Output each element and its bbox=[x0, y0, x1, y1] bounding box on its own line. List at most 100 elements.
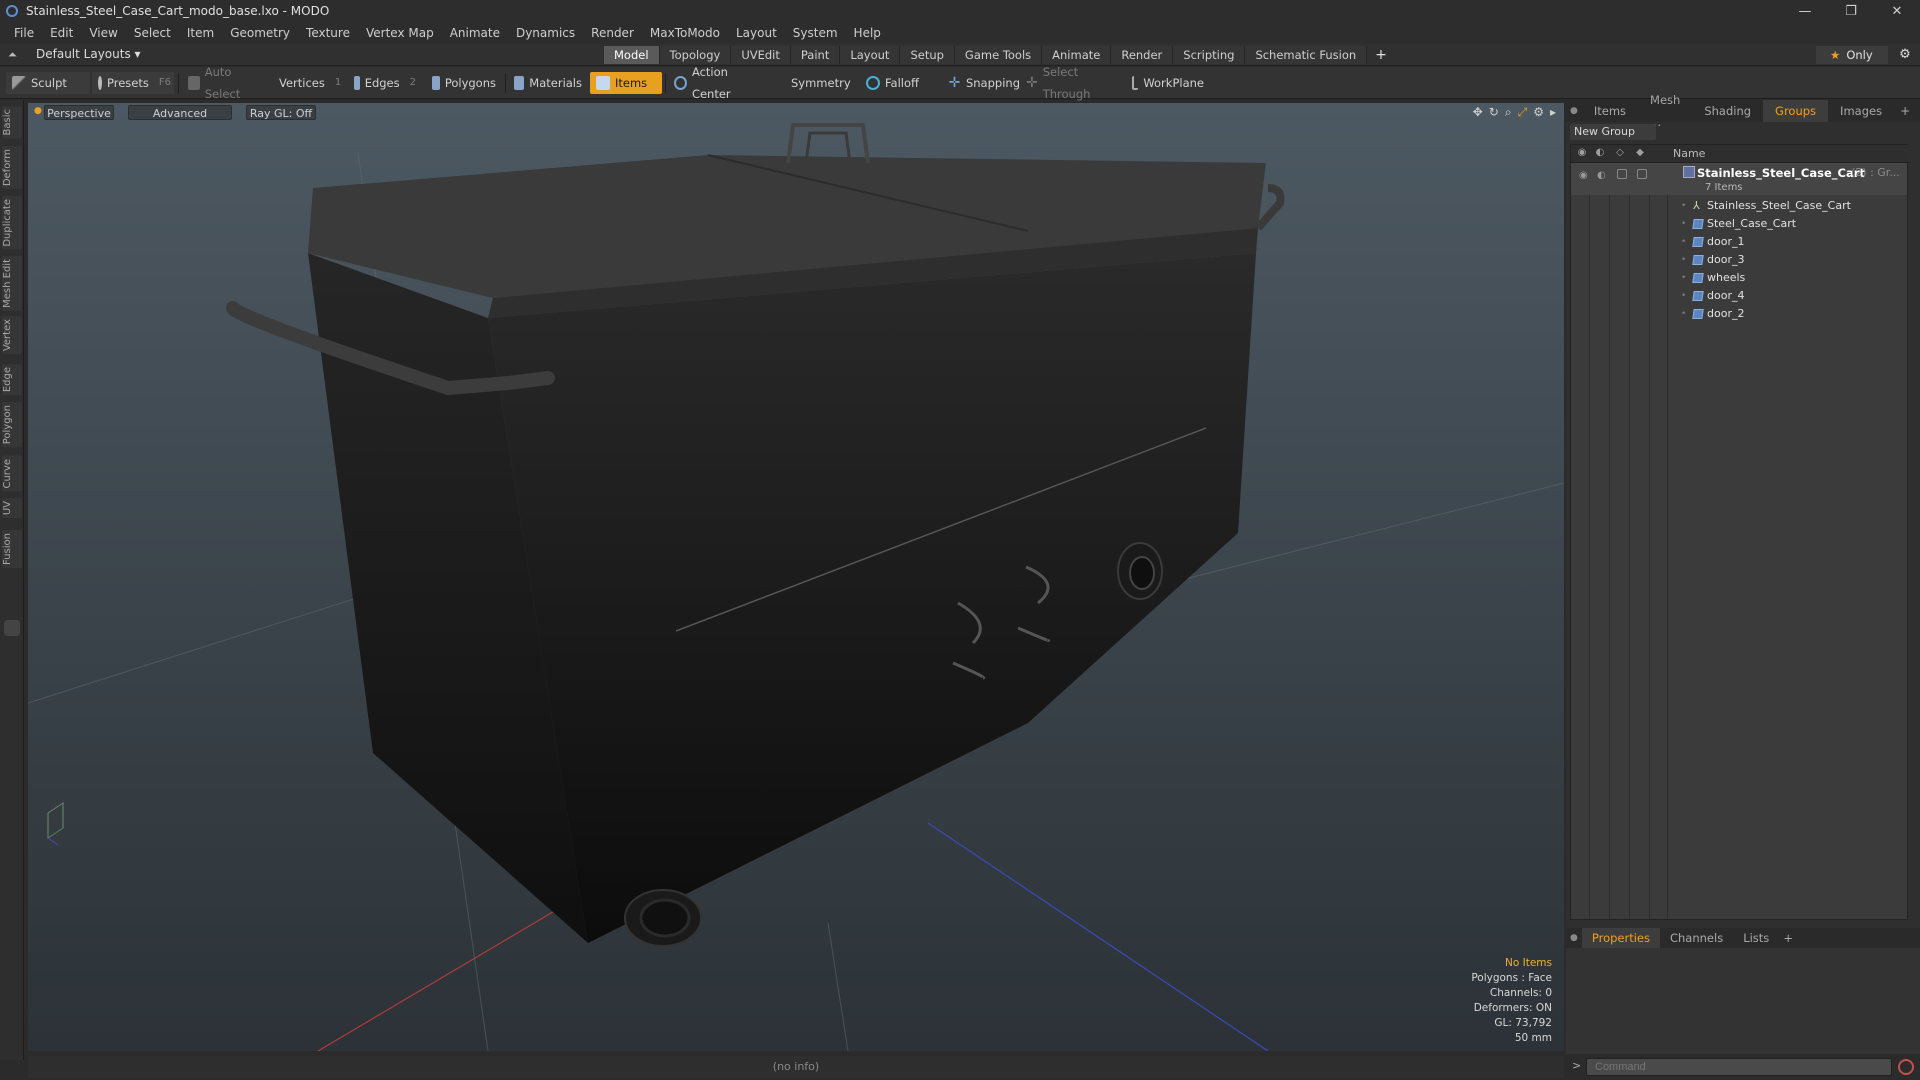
materials-icon bbox=[514, 76, 525, 90]
menu-edit[interactable]: Edit bbox=[42, 26, 81, 40]
tab-lists[interactable]: Lists bbox=[1733, 928, 1779, 948]
symmetry-button[interactable]: Symmetry bbox=[770, 72, 852, 94]
menu-file[interactable]: File bbox=[6, 26, 42, 40]
tab-schematic-fusion[interactable]: Schematic Fusion bbox=[1245, 46, 1368, 64]
rotate-icon[interactable]: ↻ bbox=[1489, 105, 1499, 120]
properties-menu-icon[interactable]: ● bbox=[1566, 933, 1582, 943]
expand-icon[interactable]: ⤢ bbox=[1916, 104, 1920, 119]
menu-render[interactable]: Render bbox=[583, 26, 642, 40]
tab-setup[interactable]: Setup bbox=[900, 46, 955, 64]
action-center-button[interactable]: Action Center bbox=[668, 65, 768, 101]
select-column-icon[interactable]: ◆ bbox=[1633, 147, 1647, 161]
tab-edge[interactable]: Edge bbox=[2, 364, 22, 396]
fit-view-icon[interactable]: ⤢ bbox=[1518, 105, 1528, 120]
list-item[interactable]: • ⅄ Stainless_Steel_Case_Cart bbox=[1571, 197, 1907, 215]
tab-mesh-edit[interactable]: Mesh Edit bbox=[2, 256, 22, 311]
tab-images[interactable]: Images bbox=[1828, 100, 1894, 122]
lock-icon[interactable]: ◐ bbox=[1597, 167, 1606, 185]
tab-items[interactable]: Items bbox=[1582, 100, 1638, 122]
tab-game-tools[interactable]: Game Tools bbox=[954, 46, 1043, 64]
vertices-button[interactable]: Vertices 1 bbox=[268, 72, 344, 94]
presets-button[interactable]: Presets F6 bbox=[92, 72, 174, 94]
items-button[interactable]: Items bbox=[590, 72, 662, 94]
new-group-button[interactable]: New Group bbox=[1570, 124, 1656, 140]
viewport-settings-icon[interactable]: ⚙ bbox=[1533, 105, 1544, 120]
list-item[interactable]: • door_3 bbox=[1571, 251, 1907, 269]
tab-shading[interactable]: Shading bbox=[1692, 100, 1763, 122]
add-layout-tab-button[interactable]: + bbox=[1367, 46, 1395, 64]
materials-button[interactable]: Materials bbox=[508, 72, 588, 94]
view-mode-button[interactable]: Perspective bbox=[44, 105, 114, 120]
command-run-icon[interactable] bbox=[1898, 1059, 1914, 1075]
list-item[interactable]: • wheels bbox=[1571, 269, 1907, 287]
tab-uv[interactable]: UV bbox=[2, 498, 22, 519]
only-button[interactable]: ★ Only bbox=[1816, 46, 1888, 64]
shading-button[interactable]: Advanced bbox=[128, 105, 232, 120]
tab-deform[interactable]: Deform bbox=[2, 146, 22, 190]
layout-dropdown[interactable]: Default Layouts ▾ bbox=[36, 47, 141, 63]
tab-curve[interactable]: Curve bbox=[2, 456, 22, 492]
tab-vertex[interactable]: Vertex bbox=[2, 316, 22, 355]
menu-help[interactable]: Help bbox=[846, 26, 889, 40]
maximize-button[interactable]: ❐ bbox=[1828, 0, 1874, 22]
menu-select[interactable]: Select bbox=[126, 26, 179, 40]
tab-fusion[interactable]: Fusion bbox=[2, 530, 22, 568]
render-checkbox[interactable] bbox=[1617, 169, 1627, 179]
auto-select-button[interactable]: Auto Select bbox=[182, 65, 266, 101]
tab-paint[interactable]: Paint bbox=[790, 46, 841, 64]
edges-button[interactable]: Edges 2 bbox=[348, 72, 422, 94]
menu-animate[interactable]: Animate bbox=[442, 26, 508, 40]
tab-layout[interactable]: Layout bbox=[840, 46, 901, 64]
menu-vertex-map[interactable]: Vertex Map bbox=[358, 26, 442, 40]
menu-maxtomodo[interactable]: MaxToModo bbox=[642, 26, 728, 40]
add-properties-tab-button[interactable]: + bbox=[1779, 928, 1797, 948]
workplane-button[interactable]: WorkPlane bbox=[1126, 72, 1210, 94]
tab-render[interactable]: Render bbox=[1111, 46, 1174, 64]
tab-scripting[interactable]: Scripting bbox=[1173, 46, 1246, 64]
sculpt-button[interactable]: Sculpt bbox=[6, 72, 90, 94]
command-input[interactable] bbox=[1586, 1058, 1892, 1076]
zoom-icon[interactable]: ⌕ bbox=[1505, 105, 1512, 120]
falloff-button[interactable]: Falloff bbox=[860, 72, 940, 94]
menu-texture[interactable]: Texture bbox=[298, 26, 358, 40]
pan-icon[interactable]: ✥ bbox=[1473, 105, 1483, 120]
tab-model[interactable]: Model bbox=[604, 46, 660, 64]
menu-view[interactable]: View bbox=[81, 26, 125, 40]
list-item[interactable]: • door_1 bbox=[1571, 233, 1907, 251]
add-tab-button[interactable]: + bbox=[1894, 104, 1916, 118]
toggle-panel-button[interactable] bbox=[4, 620, 20, 636]
raygl-button[interactable]: Ray GL: Off bbox=[246, 105, 316, 120]
eye-icon[interactable]: ◉ bbox=[1579, 167, 1588, 185]
viewport-menu-icon[interactable]: ● bbox=[34, 106, 42, 116]
menu-dynamics[interactable]: Dynamics bbox=[508, 26, 583, 40]
menu-geometry[interactable]: Geometry bbox=[222, 26, 298, 40]
layout-collapse-icon[interactable]: ⏶ bbox=[8, 48, 22, 62]
name-column-header[interactable]: Name bbox=[1673, 147, 1705, 160]
tab-basic[interactable]: Basic bbox=[2, 106, 22, 139]
viewport-expand-icon[interactable]: ▸ bbox=[1550, 105, 1556, 120]
lock-column-icon[interactable]: ◐ bbox=[1593, 147, 1607, 161]
panel-menu-icon[interactable]: ● bbox=[1566, 106, 1582, 116]
tab-properties[interactable]: Properties bbox=[1581, 928, 1660, 948]
tab-duplicate[interactable]: Duplicate bbox=[2, 196, 22, 250]
list-item[interactable]: • door_4 bbox=[1571, 287, 1907, 305]
tab-groups[interactable]: Groups bbox=[1763, 100, 1829, 122]
minimize-button[interactable]: — bbox=[1782, 0, 1828, 22]
tab-channels[interactable]: Channels bbox=[1660, 928, 1733, 948]
list-item[interactable]: • Steel_Case_Cart bbox=[1571, 215, 1907, 233]
tab-polygon[interactable]: Polygon bbox=[2, 402, 22, 448]
menu-item[interactable]: Item bbox=[179, 26, 222, 40]
menu-system[interactable]: System bbox=[785, 26, 846, 40]
render-column-icon[interactable]: ◇ bbox=[1613, 147, 1627, 161]
polygons-button[interactable]: Polygons bbox=[426, 72, 502, 94]
group-row[interactable]: ◉ ◐ Stainless_Steel_Case_Cart (2) : Gr..… bbox=[1571, 163, 1907, 195]
select-checkbox[interactable] bbox=[1637, 169, 1647, 179]
3d-viewport[interactable] bbox=[28, 103, 1564, 1051]
snapping-button[interactable]: ✛ Snapping bbox=[942, 72, 1026, 94]
visibility-column-icon[interactable]: ◉ bbox=[1575, 147, 1589, 161]
select-through-button[interactable]: ✛ Select Through bbox=[1020, 65, 1120, 101]
gear-icon[interactable]: ⚙ bbox=[1896, 46, 1914, 64]
close-button[interactable]: ✕ bbox=[1874, 0, 1920, 22]
menu-layout[interactable]: Layout bbox=[728, 26, 785, 40]
list-item[interactable]: • door_2 bbox=[1571, 305, 1907, 323]
